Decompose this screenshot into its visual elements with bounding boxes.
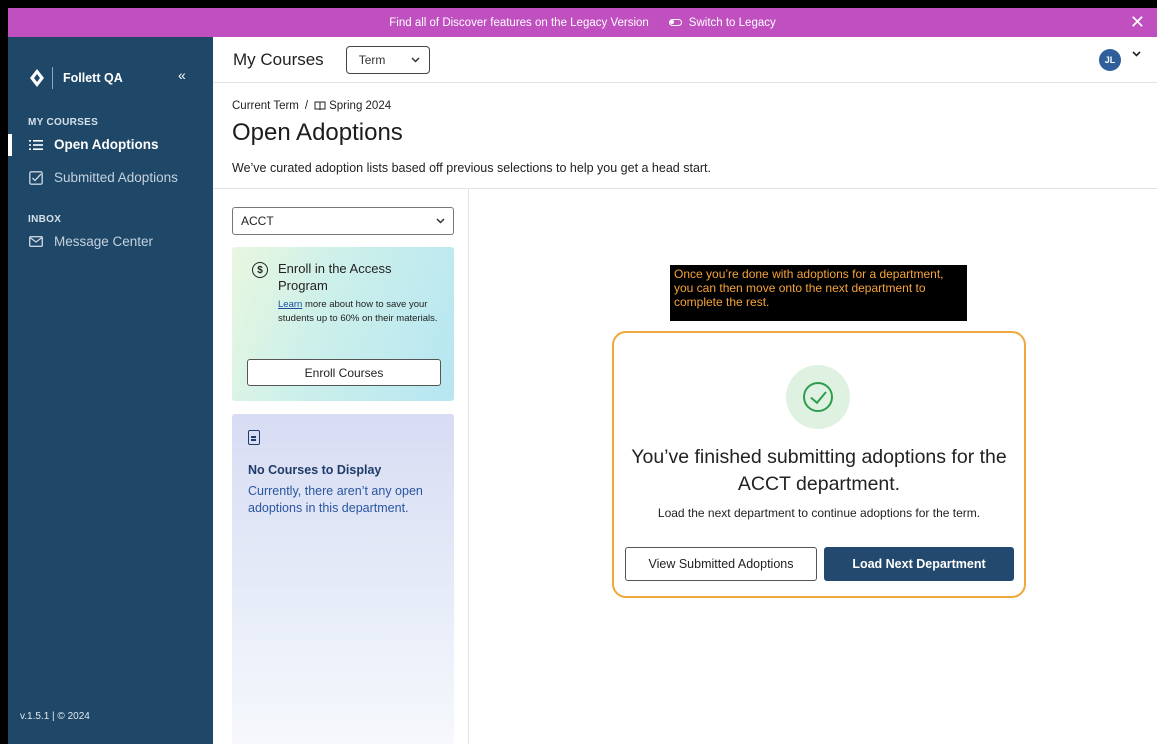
breadcrumb: Current Term / Spring 2024	[232, 100, 391, 112]
enroll-access-card: $ Enroll in the Access Program Learn mor…	[232, 247, 454, 401]
chevron-down-icon	[436, 218, 445, 224]
sidebar-item-label: Message Center	[54, 234, 154, 249]
toggle-icon	[668, 19, 682, 26]
term-select-value: Term	[358, 52, 386, 67]
no-courses-text: Currently, there aren’t any open adoptio…	[248, 484, 423, 515]
active-indicator	[8, 134, 12, 156]
department-select[interactable]: ACCT	[232, 207, 454, 235]
document-icon	[248, 430, 260, 445]
brand-name: Follett QA	[63, 71, 123, 85]
chevrons-left-icon[interactable]: «	[178, 67, 186, 83]
breadcrumb-current: Spring 2024	[329, 100, 392, 112]
page-title: Open Adoptions	[232, 119, 403, 146]
switch-to-legacy-label: Switch to Legacy	[688, 16, 776, 29]
breadcrumb-separator: /	[304, 100, 309, 112]
version-label: v.1.5.1 | © 2024	[20, 711, 90, 722]
check-mark	[803, 382, 833, 412]
enroll-courses-button[interactable]: Enroll Courses	[247, 359, 441, 386]
divider	[213, 188, 1157, 189]
section-my-courses: MY COURSES	[28, 117, 99, 128]
tutorial-annotation: Once you’re done with adoptions for a de…	[670, 265, 967, 321]
enroll-card-description: Learn more about how to save your studen…	[278, 298, 448, 326]
breadcrumb-root[interactable]: Current Term	[232, 100, 299, 112]
completion-card: You’ve finished submitting adoptions for…	[612, 331, 1026, 598]
load-next-department-button[interactable]: Load Next Department	[824, 547, 1014, 581]
brand-divider	[52, 67, 53, 89]
term-select[interactable]: Term	[345, 45, 430, 74]
book-icon	[314, 101, 326, 111]
sidebar-item-label: Submitted Adoptions	[54, 170, 178, 185]
no-courses-card: No Courses to Display Currently, there a…	[232, 414, 454, 744]
chevron-down-icon	[411, 56, 420, 63]
page-subtitle: We’ve curated adoption lists based off p…	[232, 161, 711, 175]
learn-more-link[interactable]: Learn	[278, 299, 302, 310]
top-bar: My Courses Term JL	[213, 37, 1157, 83]
enroll-card-heading: Enroll in the Access Program	[278, 261, 392, 293]
sidebar: Follett QA « MY COURSES Open Adoptions S…	[8, 37, 213, 744]
sidebar-item-label: Open Adoptions	[54, 137, 159, 152]
sidebar-item-message-center[interactable]: Message Center	[28, 234, 153, 249]
enroll-card-description-text: more about how to save your students up …	[278, 299, 438, 324]
completion-subtext: Load the next department to continue ado…	[657, 506, 981, 520]
list-icon	[28, 139, 44, 151]
chevron-down-icon[interactable]	[1132, 51, 1141, 57]
completion-message: You’ve finished submitting adoptions for…	[631, 446, 1007, 495]
close-icon[interactable]: ✕	[1130, 12, 1145, 32]
follett-logo-icon	[30, 69, 44, 87]
column-divider	[468, 189, 469, 744]
dollar-bulb-icon: $	[252, 262, 268, 278]
no-courses-heading: No Courses to Display	[248, 463, 382, 477]
check-circle-icon	[786, 365, 850, 429]
checkbox-icon	[28, 170, 44, 185]
section-inbox: INBOX	[28, 214, 62, 225]
mail-icon	[28, 236, 44, 247]
header-title: My Courses	[233, 49, 324, 69]
legacy-banner: Find all of Discover features on the Leg…	[8, 8, 1157, 37]
avatar[interactable]: JL	[1099, 49, 1121, 71]
view-submitted-adoptions-button[interactable]: View Submitted Adoptions	[625, 547, 817, 581]
brand[interactable]: Follett QA	[30, 67, 123, 89]
banner-message: Find all of Discover features on the Leg…	[389, 16, 649, 29]
switch-to-legacy-link[interactable]: Switch to Legacy	[668, 16, 776, 29]
app-frame: Find all of Discover features on the Leg…	[8, 8, 1157, 744]
sidebar-item-open-adoptions[interactable]: Open Adoptions	[28, 137, 159, 152]
department-select-value: ACCT	[241, 214, 274, 228]
sidebar-item-submitted-adoptions[interactable]: Submitted Adoptions	[28, 170, 178, 185]
